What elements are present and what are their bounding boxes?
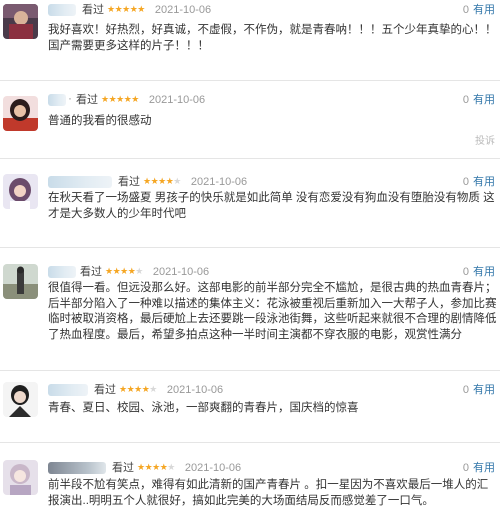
divider bbox=[0, 442, 500, 443]
username-redacted[interactable] bbox=[48, 91, 72, 106]
vote-area: 0 有用 bbox=[463, 460, 495, 476]
avatar-image bbox=[3, 4, 38, 39]
seen-label: 看过 bbox=[118, 176, 140, 188]
avatar-image bbox=[3, 174, 38, 209]
avatar-image bbox=[3, 382, 38, 417]
review-date: 2021-10-06 bbox=[152, 266, 210, 278]
review-content: 很值得一看。但远没那么好。这部电影的前半部分完全不尴尬，是很古典的热血青春片；后… bbox=[48, 282, 497, 341]
username-redacted[interactable] bbox=[48, 266, 76, 278]
review-item: 看过 ★★★★★ 2021-10-06 0 有用 很值得一看。但远没那么好。这部电影的… bbox=[0, 262, 500, 372]
seen-label: 看过 bbox=[82, 4, 104, 16]
review-date: 2021-10-06 bbox=[154, 4, 212, 16]
review-item: 看过 ★★★★★ 2021-10-06 0 有用 青春、夏日、校园、泳池，一部爽翻的青… bbox=[0, 380, 500, 435]
rating-meta: 看过 ★★★★★ 2021-10-06 bbox=[80, 264, 209, 280]
username-redacted[interactable] bbox=[48, 4, 76, 16]
review-item: 看过 ★★★★★ 2021-10-06 0 有用 前半段不尬有笑点，难得有如此清新的国… bbox=[0, 458, 500, 521]
vote-count: 0 bbox=[462, 4, 469, 16]
review-content: 前半段不尬有笑点，难得有如此清新的国产青春片 。扣一星因为不喜欢最后一堆人的汇报… bbox=[48, 479, 489, 507]
vote-area: 0 有用 bbox=[463, 92, 495, 108]
username-redacted[interactable] bbox=[48, 384, 88, 396]
report-link[interactable]: 投诉 bbox=[475, 132, 495, 147]
rating-meta: 看过 ★★★★★ 2021-10-06 bbox=[112, 460, 241, 476]
review-item: 看过★★★★★ 2021-10-06 0 有用 普通的我看的很感动 投诉 bbox=[0, 90, 500, 150]
review-item: 看过 ★★★★★ 2021-10-06 0 有用 在秋天看了一场盛夏 男孩子的快乐就是… bbox=[0, 172, 500, 242]
review-item: 看过 ★★★★★ 2021-10-06 0 有用 我好喜欢！好热烈，好真诚，不虚假，不… bbox=[0, 0, 500, 70]
star-rating: ★★★★★ bbox=[137, 462, 175, 472]
divider bbox=[0, 370, 500, 371]
review-content: 普通的我看的很感动 bbox=[48, 115, 152, 127]
vote-area: 0 有用 bbox=[463, 382, 495, 398]
vote-count: 0 bbox=[462, 462, 469, 474]
seen-label: 看过 bbox=[112, 462, 134, 474]
star-rating: ★★★★★ bbox=[105, 266, 143, 276]
useful-link[interactable]: 有用 bbox=[473, 462, 495, 474]
vote-area: 0 有用 bbox=[463, 2, 495, 18]
review-date: 2021-10-06 bbox=[190, 176, 248, 188]
rating-meta: 看过 ★★★★★ 2021-10-06 bbox=[118, 174, 247, 190]
avatar-icon[interactable] bbox=[3, 382, 38, 417]
review-content: 我好喜欢！好热烈，好真诚，不虚假，不作伪，就是青春呐！！！五个少年真挚的心！！国… bbox=[48, 24, 497, 52]
useful-link[interactable]: 有用 bbox=[473, 94, 495, 106]
avatar-image bbox=[3, 264, 38, 299]
avatar-image bbox=[3, 96, 38, 131]
review-date: 2021-10-06 bbox=[184, 462, 242, 474]
divider bbox=[0, 247, 500, 248]
rating-meta: 看过 ★★★★★ 2021-10-06 bbox=[94, 382, 223, 398]
username-redacted[interactable] bbox=[48, 462, 106, 474]
star-rating: ★★★★★ bbox=[143, 176, 181, 186]
avatar-icon[interactable] bbox=[3, 4, 38, 39]
rating-meta: 看过 ★★★★★ 2021-10-06 bbox=[76, 92, 205, 108]
review-content: 青春、夏日、校园、泳池，一部爽翻的青春片，国庆档的惊喜 bbox=[48, 402, 359, 414]
vote-area: 0 有用 bbox=[463, 174, 495, 190]
vote-area: 0 有用 bbox=[463, 264, 495, 280]
vote-count: 0 bbox=[462, 384, 469, 396]
divider bbox=[0, 158, 500, 159]
vote-count: 0 bbox=[462, 94, 469, 106]
review-date: 2021-10-06 bbox=[166, 384, 224, 396]
review-date: 2021-10-06 bbox=[148, 94, 206, 106]
avatar-icon[interactable] bbox=[3, 460, 38, 495]
star-rating: ★★★★★ bbox=[107, 4, 145, 14]
seen-label: 看过 bbox=[94, 384, 116, 396]
useful-link[interactable]: 有用 bbox=[473, 266, 495, 278]
review-content: 在秋天看了一场盛夏 男孩子的快乐就是如此简单 没有恋爱没有狗血没有堕胎没有物质 … bbox=[48, 192, 495, 220]
avatar-icon[interactable] bbox=[3, 264, 38, 299]
divider bbox=[0, 80, 500, 81]
star-rating: ★★★★★ bbox=[101, 94, 139, 104]
seen-label: 看过 bbox=[80, 266, 102, 278]
useful-link[interactable]: 有用 bbox=[473, 176, 495, 188]
vote-count: 0 bbox=[462, 266, 469, 278]
star-rating: ★★★★★ bbox=[119, 384, 157, 394]
username-redacted[interactable] bbox=[48, 176, 112, 188]
useful-link[interactable]: 有用 bbox=[473, 384, 495, 396]
avatar-icon[interactable] bbox=[3, 96, 38, 131]
vote-count: 0 bbox=[462, 176, 469, 188]
rating-meta: 看过 ★★★★★ 2021-10-06 bbox=[82, 2, 211, 18]
useful-link[interactable]: 有用 bbox=[473, 4, 495, 16]
avatar-icon[interactable] bbox=[3, 174, 38, 209]
avatar-image bbox=[3, 460, 38, 495]
seen-label: 看过 bbox=[76, 94, 98, 106]
